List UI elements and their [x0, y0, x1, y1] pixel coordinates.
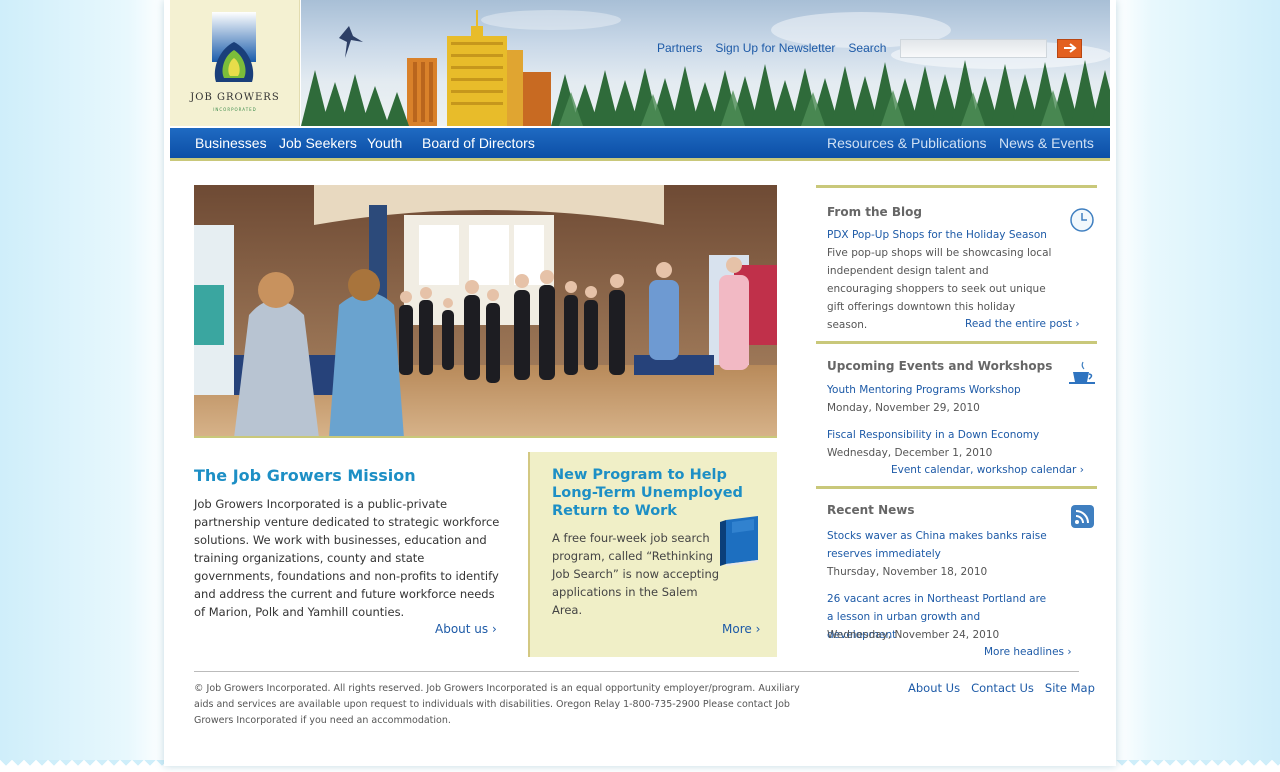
nav-resources-publications[interactable]: Resources & Publications — [827, 135, 987, 151]
nav-businesses[interactable]: Businesses — [195, 135, 267, 151]
nav-job-seekers[interactable]: Job Seekers — [279, 135, 357, 151]
mission-title: The Job Growers Mission — [194, 466, 416, 485]
promo-box: New Program to Help Long-Term Unemployed… — [528, 452, 777, 657]
news-heading: Recent News — [827, 503, 915, 517]
rss-icon[interactable] — [1071, 505, 1094, 528]
page-container: JOB GROWERS INCORPORATED Partners Sign U… — [164, 0, 1116, 766]
banner-illustration — [301, 10, 1110, 126]
news-date-1: Thursday, November 18, 2010 — [827, 566, 988, 578]
partners-link[interactable]: Partners — [657, 41, 702, 55]
logo-wordmark: JOB GROWERS — [190, 92, 280, 103]
events-heading: Upcoming Events and Workshops — [827, 359, 1053, 373]
footer-site-map-link[interactable]: Site Map — [1045, 681, 1095, 695]
event-link-2[interactable]: Fiscal Responsibility in a Down Economy — [827, 426, 1039, 444]
nav-news-events[interactable]: News & Events — [999, 135, 1094, 151]
book-icon — [720, 516, 758, 566]
search-button[interactable] — [1057, 38, 1083, 58]
nav-divider — [170, 158, 1110, 161]
footer-divider — [194, 671, 1079, 672]
logo-subtitle: INCORPORATED — [213, 107, 257, 112]
promo-more-link[interactable]: More › — [722, 622, 760, 636]
footer-contact-us-link[interactable]: Contact Us — [971, 681, 1034, 695]
logo[interactable]: JOB GROWERS INCORPORATED — [170, 0, 300, 126]
main-nav: Businesses Job Seekers Youth Board of Di… — [170, 128, 1110, 158]
search-label[interactable]: Search — [848, 41, 886, 55]
blog-heading: From the Blog — [827, 205, 922, 219]
read-entire-post-link[interactable]: Read the entire post › — [965, 318, 1080, 330]
about-us-link[interactable]: About us › — [435, 622, 497, 636]
footer-nav: About Us Contact Us Site Map — [908, 681, 1106, 695]
header-banner: Partners Sign Up for Newsletter Search — [301, 0, 1110, 126]
events-divider — [816, 341, 1097, 344]
arrow-right-icon — [1063, 43, 1077, 53]
blog-post-link[interactable]: PDX Pop-Up Shops for the Holiday Season — [827, 226, 1047, 244]
copyright-text: © Job Growers Incorporated. All rights r… — [194, 683, 800, 726]
event-date-2: Wednesday, December 1, 2010 — [827, 447, 993, 459]
mission-text: Job Growers Incorporated is a public-pri… — [194, 497, 500, 619]
more-headlines-link[interactable]: More headlines › — [984, 646, 1072, 658]
news-date-2: Wednesday, November 24, 2010 — [827, 629, 1000, 641]
newsletter-signup-link[interactable]: Sign Up for Newsletter — [715, 41, 835, 55]
nav-board-of-directors[interactable]: Board of Directors — [422, 135, 535, 151]
clock-icon — [1070, 208, 1094, 232]
utility-nav: Partners Sign Up for Newsletter Search — [657, 38, 1083, 58]
promo-text: A free four-week job search program, cal… — [552, 531, 720, 617]
footer-about-us-link[interactable]: About Us — [908, 681, 960, 695]
blog-divider — [816, 185, 1097, 188]
event-date-1: Monday, November 29, 2010 — [827, 402, 980, 414]
search-input[interactable] — [900, 38, 1048, 58]
logo-mark-icon — [212, 12, 256, 82]
event-calendar-link[interactable]: Event calendar, workshop calendar › — [891, 464, 1084, 476]
promo-title[interactable]: New Program to Help Long-Term Unemployed… — [552, 466, 752, 520]
coffee-cup-icon — [1069, 361, 1095, 384]
event-link-1[interactable]: Youth Mentoring Programs Workshop — [827, 381, 1021, 399]
nav-youth[interactable]: Youth — [367, 135, 402, 151]
hero-photo — [194, 185, 777, 438]
news-link-1[interactable]: Stocks waver as China makes banks raise … — [827, 527, 1047, 563]
bird-icon — [339, 26, 363, 58]
news-divider — [816, 486, 1097, 489]
